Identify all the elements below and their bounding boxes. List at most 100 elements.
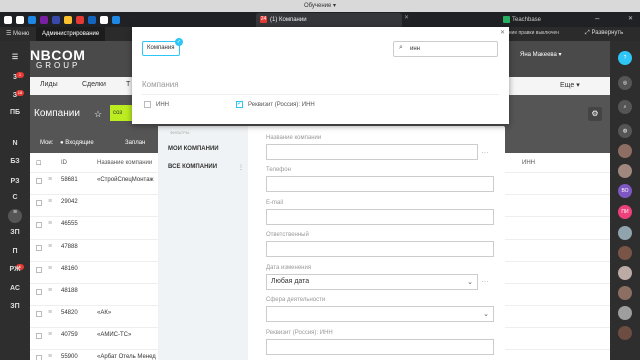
option-checkbox[interactable] xyxy=(236,99,243,108)
row-checkbox[interactable] xyxy=(36,289,42,295)
nav-item-leads[interactable]: Лиды xyxy=(40,81,58,88)
sidebar-item[interactable]: БЗ xyxy=(0,158,30,165)
row-id[interactable]: 48160 xyxy=(61,266,78,272)
tab-icon[interactable] xyxy=(4,15,12,24)
tab-icon[interactable] xyxy=(76,15,84,24)
avatar[interactable] xyxy=(618,286,632,300)
star-icon[interactable]: ☆ xyxy=(94,109,102,120)
tab-icon[interactable] xyxy=(16,15,24,24)
tab-teachbase[interactable]: Teachbase xyxy=(503,13,541,27)
incoming-filter[interactable]: ● Входящие xyxy=(60,140,94,146)
sidebar-item[interactable]: 3 xyxy=(0,74,30,81)
row-checkbox[interactable] xyxy=(36,245,42,251)
user-menu[interactable]: Яна Макеева ▾ xyxy=(520,51,562,58)
option-checkbox[interactable] xyxy=(144,101,151,108)
avatar[interactable] xyxy=(618,306,632,320)
hamburger-icon[interactable]: ≡ xyxy=(48,243,52,250)
row-id[interactable]: 48188 xyxy=(61,288,78,294)
column-header-name[interactable]: Название компании xyxy=(97,160,152,166)
notifications-icon[interactable]: ◎ xyxy=(618,76,632,90)
sidebar-item[interactable]: РЖ xyxy=(0,266,30,273)
sidebar-item[interactable]: ЗП xyxy=(0,303,30,310)
minimize-icon[interactable]: – xyxy=(595,13,599,25)
company-name-field[interactable] xyxy=(266,144,478,160)
sidebar-item[interactable]: С xyxy=(0,194,30,201)
row-id[interactable]: 46555 xyxy=(61,221,78,227)
industry-select[interactable]: ⌄ xyxy=(266,306,494,322)
column-header-id[interactable]: ID xyxy=(61,160,67,166)
hamburger-icon[interactable]: ≡ xyxy=(48,176,52,183)
avatar[interactable]: ВО xyxy=(618,184,632,198)
row-name[interactable]: «СтройСпецМонтаж xyxy=(97,177,154,183)
date-changed-select[interactable]: Любая дата ⌄ xyxy=(266,274,478,290)
sidebar-item[interactable]: П xyxy=(0,248,30,255)
nav-item[interactable]: Т xyxy=(126,81,130,88)
planned-filter[interactable]: Заплан xyxy=(125,140,145,146)
search-icon[interactable]: ⌕ xyxy=(618,100,632,114)
nav-item-deals[interactable]: Сделки xyxy=(82,81,106,88)
tab-icon[interactable] xyxy=(112,15,120,24)
chat-icon[interactable]: ◍ xyxy=(618,124,632,138)
column-header-inn[interactable]: ИНН xyxy=(522,160,535,166)
responsible-field[interactable] xyxy=(266,241,494,257)
more-icon[interactable]: ··· xyxy=(481,277,489,286)
tab-icon[interactable] xyxy=(100,15,108,24)
avatar[interactable] xyxy=(618,226,632,240)
expand-button[interactable]: ⤢ Развернуть xyxy=(585,30,623,37)
phone-field[interactable] xyxy=(266,176,494,192)
hamburger-icon[interactable]: ≡ xyxy=(48,353,52,360)
row-checkbox[interactable] xyxy=(36,222,42,228)
gear-icon[interactable]: ⚙ xyxy=(588,107,602,121)
hamburger-icon[interactable]: ≡ xyxy=(48,220,52,227)
nav-more[interactable]: Еще ▾ xyxy=(560,81,580,89)
row-checkbox[interactable] xyxy=(36,200,42,206)
row-id[interactable]: 55900 xyxy=(61,354,78,360)
more-icon[interactable]: ··· xyxy=(481,148,489,157)
tab-companies[interactable]: 24 (1) Компании xyxy=(256,13,402,27)
tab-icon[interactable] xyxy=(52,15,60,24)
filter-icon[interactable]: ≡ xyxy=(8,209,22,223)
hamburger-icon[interactable]: ≡ xyxy=(48,198,52,205)
preset-my-companies[interactable]: МОИ КОМПАНИИ xyxy=(168,146,219,152)
row-checkbox[interactable] xyxy=(36,333,42,339)
close-icon[interactable]: ✕ xyxy=(404,14,409,21)
logo[interactable]: NBCOM GROUP xyxy=(30,44,130,72)
avatar[interactable] xyxy=(618,246,632,260)
avatar[interactable] xyxy=(618,144,632,158)
tab-icon[interactable] xyxy=(40,15,48,24)
row-id[interactable]: 29042 xyxy=(61,199,78,205)
hamburger-icon[interactable]: ≡ xyxy=(48,287,52,294)
close-icon[interactable]: ✕ xyxy=(500,29,505,36)
inn-field[interactable] xyxy=(266,339,494,355)
row-id[interactable]: 58681 xyxy=(61,177,78,183)
row-name[interactable]: «Арбат Отель Менед xyxy=(97,354,156,360)
email-field[interactable] xyxy=(266,209,494,225)
row-id[interactable]: 54820 xyxy=(61,310,78,316)
option-inn[interactable]: ИНН xyxy=(144,101,169,108)
hamburger-icon[interactable]: ≡ xyxy=(48,331,52,338)
tab-icon[interactable] xyxy=(88,15,96,24)
row-checkbox[interactable] xyxy=(36,267,42,273)
select-all-checkbox[interactable]: ☐ xyxy=(36,160,41,167)
search-input[interactable]: ⌕ инн xyxy=(393,41,498,57)
row-id[interactable]: 40759 xyxy=(61,332,78,338)
tab-icon[interactable] xyxy=(28,15,36,24)
preset-all-companies[interactable]: ВСЕ КОМПАНИИ xyxy=(168,164,217,170)
sidebar-item[interactable]: ПБ xyxy=(0,109,30,116)
row-checkbox[interactable] xyxy=(36,355,42,360)
row-id[interactable]: 47888 xyxy=(61,244,78,250)
hamburger-icon[interactable]: ≡ xyxy=(48,265,52,272)
row-checkbox[interactable] xyxy=(36,311,42,317)
sidebar-item[interactable]: АС xyxy=(0,285,30,292)
menu-button[interactable]: ☰ Меню xyxy=(6,30,29,37)
sidebar-item[interactable]: ЗП xyxy=(0,229,30,236)
sidebar-item[interactable]: РЗ xyxy=(0,178,30,185)
admin-button[interactable]: Администрирование xyxy=(36,27,106,41)
row-name[interactable]: «АК» xyxy=(97,310,111,316)
close-icon[interactable]: ✕ xyxy=(628,13,633,25)
avatar[interactable] xyxy=(618,326,632,340)
help-icon[interactable]: ? xyxy=(618,51,632,65)
avatar[interactable] xyxy=(618,164,632,178)
option-requisite-inn[interactable]: Реквизит (Россия): ИНН xyxy=(236,99,315,108)
row-checkbox[interactable] xyxy=(36,178,42,184)
